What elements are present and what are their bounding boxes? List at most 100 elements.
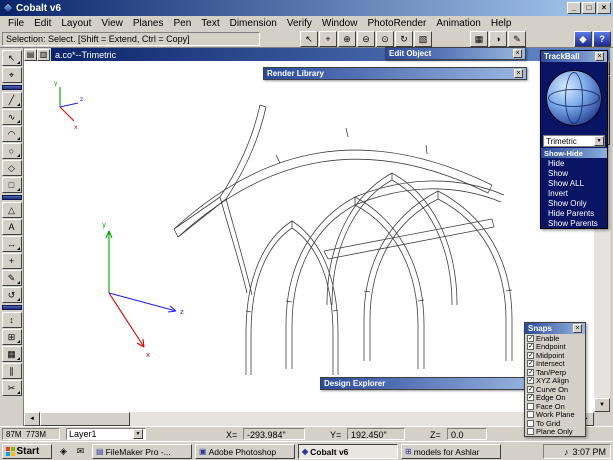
menu-verify[interactable]: Verify: [282, 17, 317, 30]
view-selector[interactable]: Trimetric ▼: [543, 135, 605, 147]
tool-dimension[interactable]: ↔: [1, 236, 22, 252]
menu-item-show[interactable]: Show: [541, 168, 607, 178]
render-library-titlebar[interactable]: Render Library ×: [264, 68, 526, 79]
snap-option-edge-on[interactable]: ✓ Edge On: [525, 393, 585, 402]
snap-option-face-on[interactable]: Face On: [525, 402, 585, 411]
tool-line[interactable]: ╱: [1, 92, 22, 108]
start-button[interactable]: Start: [2, 444, 52, 459]
edit-icon[interactable]: ✎: [508, 31, 526, 47]
document-titlebar[interactable]: a.co*--Trimetric: [51, 48, 610, 61]
tool-stretch[interactable]: ↕: [1, 312, 22, 328]
tool-polygon[interactable]: △: [1, 202, 22, 218]
menu-dimension[interactable]: Dimension: [225, 17, 282, 30]
quick-launch-icon-1[interactable]: ◈: [56, 444, 71, 459]
tool-ellipse[interactable]: ◇: [1, 160, 22, 176]
render-icon[interactable]: ◑: [489, 31, 507, 47]
sheet-icon-1[interactable]: ▤: [24, 48, 37, 61]
zoom-all-icon[interactable]: ⊙: [376, 31, 394, 47]
tool-select[interactable]: ↖: [1, 50, 22, 66]
palette-divider[interactable]: [1, 195, 22, 200]
checkbox-icon[interactable]: ✓: [527, 334, 534, 342]
shade-icon[interactable]: ▧: [414, 31, 432, 47]
scroll-down-icon[interactable]: ▼: [594, 398, 610, 412]
close-icon[interactable]: ×: [513, 49, 522, 58]
menu-view[interactable]: View: [96, 17, 128, 30]
menu-item-show-parents[interactable]: Show Parents: [541, 218, 607, 228]
grid-icon[interactable]: ▦: [470, 31, 488, 47]
tool-surface[interactable]: ⊞: [1, 329, 22, 345]
menu-item-hide-parents[interactable]: Hide Parents: [541, 208, 607, 218]
scroll-left-icon[interactable]: ◄: [24, 412, 40, 426]
checkbox-icon[interactable]: [527, 402, 534, 410]
taskbar-button-photoshop[interactable]: ▣ Adobe Photoshop: [195, 444, 295, 459]
horizontal-scroll-thumb[interactable]: [40, 412, 130, 426]
palette-divider[interactable]: [1, 305, 22, 310]
tool-selection-filter[interactable]: ⌖: [1, 67, 22, 83]
showhide-menu-header[interactable]: Show-Hide: [541, 148, 607, 158]
volume-icon[interactable]: ♪: [564, 447, 569, 457]
layer-selector[interactable]: Layer1 ▼: [66, 428, 146, 440]
trackball-palette[interactable]: TrackBall × Trimetric ▼ Show-Hide Hide S…: [540, 50, 608, 229]
snaps-palette[interactable]: Snaps × ✓ Enable ✓ Endpoint ✓ Midpoint ✓ Int…: [524, 322, 586, 437]
render-library-palette[interactable]: Render Library ×: [263, 67, 527, 80]
horizontal-scrollbar[interactable]: ◄ ►: [24, 412, 594, 426]
tool-rectangle[interactable]: □: [1, 177, 22, 193]
tool-rotate[interactable]: ↺: [1, 287, 22, 303]
checkbox-icon[interactable]: [527, 419, 534, 427]
snap-option-xyz-align[interactable]: ✓ XYZ Align: [525, 376, 585, 385]
menu-photorender[interactable]: PhotoRender: [362, 17, 431, 30]
menu-item-show-all[interactable]: Show ALL: [541, 178, 607, 188]
taskbar-button-cobalt[interactable]: ◆ Cobalt v6: [298, 444, 398, 459]
taskbar-button-models-folder[interactable]: ⊞ models for Ashlar: [401, 444, 501, 459]
minimize-button[interactable]: _: [567, 2, 581, 14]
menu-text[interactable]: Text: [196, 17, 224, 30]
close-icon[interactable]: ×: [595, 52, 604, 61]
snap-option-intersect[interactable]: ✓ Intersect: [525, 359, 585, 368]
sheet-icon-2[interactable]: ▥: [37, 48, 50, 61]
y-coordinate[interactable]: 192.450": [347, 428, 405, 440]
menu-help[interactable]: Help: [486, 17, 517, 30]
checkbox-icon[interactable]: ✓: [527, 343, 534, 351]
close-icon[interactable]: ×: [573, 324, 582, 333]
checkbox-icon[interactable]: ✓: [527, 377, 534, 385]
trackball-titlebar[interactable]: TrackBall ×: [541, 51, 607, 62]
checkbox-icon[interactable]: ✓: [527, 360, 534, 368]
menu-layout[interactable]: Layout: [56, 17, 96, 30]
tool-spline[interactable]: ∿: [1, 109, 22, 125]
menu-pen[interactable]: Pen: [168, 17, 196, 30]
palette-divider[interactable]: [1, 85, 22, 90]
snaps-titlebar[interactable]: Snaps ×: [525, 323, 585, 334]
design-explorer-titlebar[interactable]: Design Explorer ×: [321, 378, 540, 389]
snap-option-to-grid[interactable]: To Grid: [525, 419, 585, 428]
taskbar-button-filemaker[interactable]: ▤ FileMaker Pro -...: [92, 444, 192, 459]
menu-animation[interactable]: Animation: [431, 17, 485, 30]
snap-option-enable[interactable]: ✓ Enable: [525, 334, 585, 343]
tool-circle[interactable]: ○: [1, 143, 22, 159]
menu-window[interactable]: Window: [317, 17, 363, 30]
menu-file[interactable]: File: [3, 17, 29, 30]
checkbox-icon[interactable]: [527, 411, 534, 419]
close-icon[interactable]: ×: [514, 69, 523, 78]
tool-parallel[interactable]: ∥: [1, 363, 22, 379]
snap-option-plane-only[interactable]: Plane Only: [525, 427, 585, 436]
tool-text[interactable]: A: [1, 219, 22, 235]
snap-option-midpoint[interactable]: ✓ Midpoint: [525, 351, 585, 360]
window-titlebar[interactable]: Cobalt v6 _ □ ×: [0, 0, 613, 16]
tool-point[interactable]: +: [1, 253, 22, 269]
select-cursor-icon[interactable]: ↖: [300, 31, 318, 47]
close-button[interactable]: ×: [597, 2, 611, 14]
menu-item-invert[interactable]: Invert: [541, 188, 607, 198]
z-coordinate[interactable]: 0.0: [447, 428, 487, 440]
tool-sketch[interactable]: ✎: [1, 270, 22, 286]
zoom-in-icon[interactable]: ⊕: [338, 31, 356, 47]
ashlar-logo-icon[interactable]: ◆: [574, 31, 592, 47]
x-coordinate[interactable]: -293.984": [243, 428, 305, 440]
drawing-canvas[interactable]: y x z y x z: [24, 61, 594, 412]
edit-object-titlebar[interactable]: Edit Object ×: [386, 48, 525, 59]
edit-object-palette[interactable]: Edit Object ×: [385, 47, 526, 60]
checkbox-icon[interactable]: ✓: [527, 394, 534, 402]
quick-launch-icon-2[interactable]: ✉: [73, 444, 88, 459]
menu-item-hide[interactable]: Hide: [541, 158, 607, 168]
tool-trim[interactable]: ✂: [1, 380, 22, 396]
checkbox-icon[interactable]: ✓: [527, 351, 534, 359]
